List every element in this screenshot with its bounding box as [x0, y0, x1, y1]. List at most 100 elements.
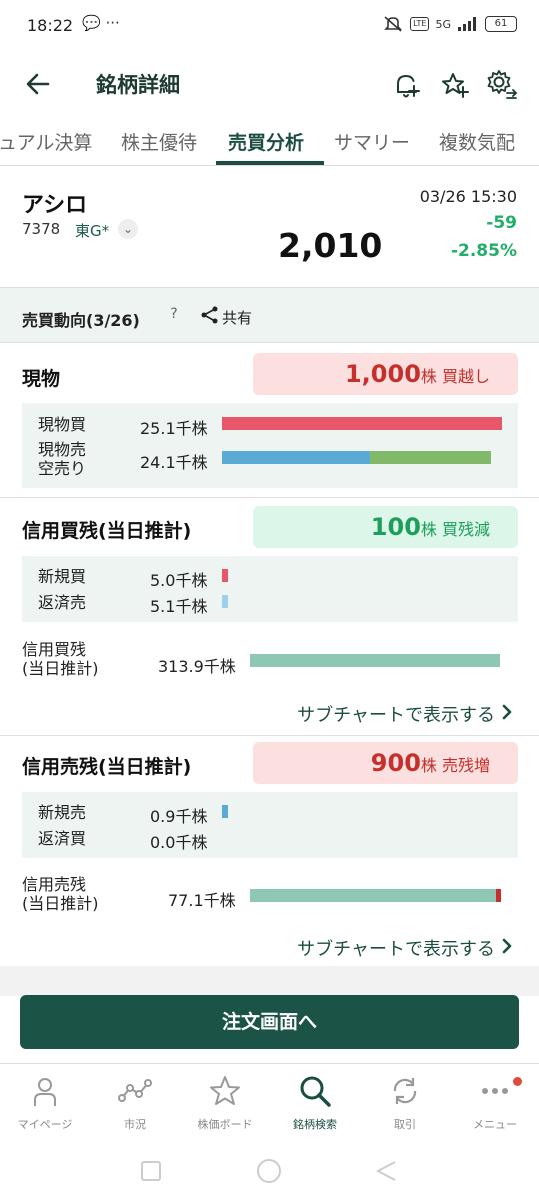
- notification-dot: [513, 1077, 522, 1086]
- new-sell-value: 0.9千株: [150, 807, 208, 826]
- nav-label: メニュー: [473, 1118, 517, 1131]
- tab-bar: ュアル決算 株主優待 売買分析 サマリー 複数気配: [0, 118, 539, 166]
- repay-sell-bar: [222, 595, 228, 608]
- help-icon[interactable]: ?: [165, 306, 183, 322]
- back-arrow-icon[interactable]: [22, 68, 54, 100]
- price-change: -59: [486, 213, 517, 233]
- order-screen-button[interactable]: 注文画面へ: [20, 995, 519, 1049]
- nav-label: 取引: [394, 1118, 416, 1131]
- margin-sell-panel: 新規売 0.9千株 返済買 0.0千株: [22, 792, 518, 858]
- status-bar: 18:22 💬 ··· LTE 5G 61: [0, 0, 539, 52]
- margin-sell-balance-label: 信用売残 (当日推計): [22, 875, 99, 913]
- stock-market[interactable]: 東G*: [75, 220, 109, 241]
- star-icon: [210, 1076, 240, 1105]
- margin-buy-panel: 新規買 5.0千株 返済売 5.1千株: [22, 556, 518, 622]
- system-navigation-bar: [0, 1146, 539, 1200]
- spot-buy-value: 25.1千株: [140, 419, 208, 438]
- price-change-percent: -2.85%: [450, 241, 517, 261]
- tab-multiple-quotes[interactable]: 複数気配: [439, 128, 515, 155]
- new-sell-label: 新規売: [38, 803, 87, 822]
- spot-sell-value: 24.1千株: [140, 453, 208, 472]
- settings-gear-icon[interactable]: [485, 68, 519, 102]
- new-buy-label: 新規買: [38, 567, 87, 586]
- home-icon[interactable]: [257, 1159, 281, 1183]
- chevron-right-icon[interactable]: [499, 937, 515, 955]
- spot-panel: 現物買 25.1千株 現物売 空売り 24.1千株: [22, 403, 518, 488]
- signal-icon: [458, 17, 476, 31]
- margin-sell-title: 信用売残(当日推計): [22, 756, 192, 778]
- margin-buy-balance-label: 信用買残 (当日推計): [22, 640, 99, 678]
- spot-net-badge: 1,000株 買越し: [253, 353, 518, 395]
- search-icon: [300, 1076, 331, 1107]
- nav-label: 銘柄検索: [293, 1118, 337, 1131]
- menu-icon: [482, 1088, 508, 1094]
- share-label[interactable]: 共有: [222, 307, 252, 328]
- stock-price: 2,010: [278, 226, 383, 265]
- volte-icon: LTE: [410, 17, 430, 31]
- spot-buy-label: 現物買: [38, 415, 87, 434]
- price-datetime: 03/26 15:30: [419, 187, 517, 206]
- person-icon: [34, 1078, 56, 1106]
- tab-summary[interactable]: サマリー: [334, 128, 410, 155]
- recents-icon[interactable]: [141, 1161, 161, 1181]
- margin-buy-badge: 100株 買残減: [253, 506, 518, 548]
- nav-label: 株価ボード: [197, 1118, 253, 1131]
- margin-buy-subchart-link[interactable]: サブチャートで表示する: [297, 701, 495, 727]
- nav-stock-board[interactable]: 株価ボード: [180, 1064, 270, 1146]
- nav-label: マイページ: [17, 1118, 73, 1131]
- stock-name: アシロ: [22, 193, 88, 218]
- margin-buy-change-value: 100: [370, 513, 421, 541]
- notification-icons: 💬 ···: [82, 14, 120, 32]
- section-title: 売買動向(3/26): [22, 311, 140, 330]
- chevron-right-icon[interactable]: [499, 703, 515, 721]
- new-sell-bar: [222, 805, 228, 818]
- mute-icon: [384, 16, 403, 32]
- margin-sell-subchart-link[interactable]: サブチャートで表示する: [297, 935, 495, 961]
- margin-sell-balance-increase-bar: [496, 889, 501, 902]
- stock-code: 7378: [22, 220, 61, 238]
- new-buy-bar: [222, 569, 228, 582]
- margin-sell-change-unit: 株 売残増: [420, 756, 490, 775]
- spot-buy-bar: [222, 417, 502, 430]
- margin-sell-change-value: 900: [370, 749, 421, 777]
- spot-sell-bar: [222, 451, 370, 464]
- margin-buy-balance-value: 313.9千株: [158, 657, 236, 676]
- nav-stock-search[interactable]: 銘柄検索: [270, 1064, 360, 1146]
- margin-sell-balance-value: 77.1千株: [168, 891, 236, 910]
- spot-net-unit: 株 買越し: [420, 367, 490, 386]
- spot-short-bar: [370, 451, 491, 464]
- nav-menu[interactable]: メニュー: [450, 1064, 539, 1146]
- status-right-icons: LTE 5G 61: [382, 15, 517, 33]
- battery-icon: 61: [485, 16, 517, 32]
- tab-trade-analysis[interactable]: 売買分析: [228, 128, 304, 155]
- repay-buy-label: 返済買: [38, 829, 87, 848]
- share-icon[interactable]: [200, 305, 220, 325]
- margin-buy-title: 信用買残(当日推計): [22, 520, 192, 542]
- margin-sell-balance-bar: [250, 889, 496, 902]
- market-chevron-down-icon[interactable]: ⌄: [118, 219, 138, 239]
- nav-market[interactable]: 市況: [90, 1064, 180, 1146]
- margin-buy-balance-bar: [250, 654, 500, 667]
- margin-buy-change-unit: 株 買残減: [420, 520, 490, 539]
- add-alert-bell-icon[interactable]: [390, 68, 424, 102]
- status-time: 18:22: [27, 16, 74, 35]
- active-tab-indicator: [216, 161, 324, 165]
- tab-shareholder-benefits[interactable]: 株主優待: [121, 128, 197, 155]
- new-buy-value: 5.0千株: [150, 571, 208, 590]
- app-header: 銘柄詳細: [0, 56, 539, 112]
- spot-sell-label: 現物売 空売り: [38, 440, 87, 478]
- back-icon[interactable]: [375, 1161, 396, 1181]
- nav-label: 市況: [124, 1118, 146, 1131]
- tab-dual-earnings[interactable]: ュアル決算: [0, 128, 92, 155]
- bottom-navigation: マイページ 市況 株価ボード 銘柄検索 取引 メニュー: [0, 1063, 539, 1145]
- market-icon: [118, 1079, 152, 1102]
- nav-trade[interactable]: 取引: [360, 1064, 450, 1146]
- spot-title: 現物: [22, 368, 61, 390]
- repay-sell-value: 5.1千株: [150, 597, 208, 616]
- nav-mypage[interactable]: マイページ: [0, 1064, 90, 1146]
- add-favorite-star-icon[interactable]: [438, 68, 472, 102]
- next-section-peek: [0, 966, 539, 996]
- repay-buy-value: 0.0千株: [150, 833, 208, 852]
- trade-trend-header: 売買動向(3/26) ? 共有: [0, 287, 539, 343]
- network-label: 5G: [435, 17, 451, 31]
